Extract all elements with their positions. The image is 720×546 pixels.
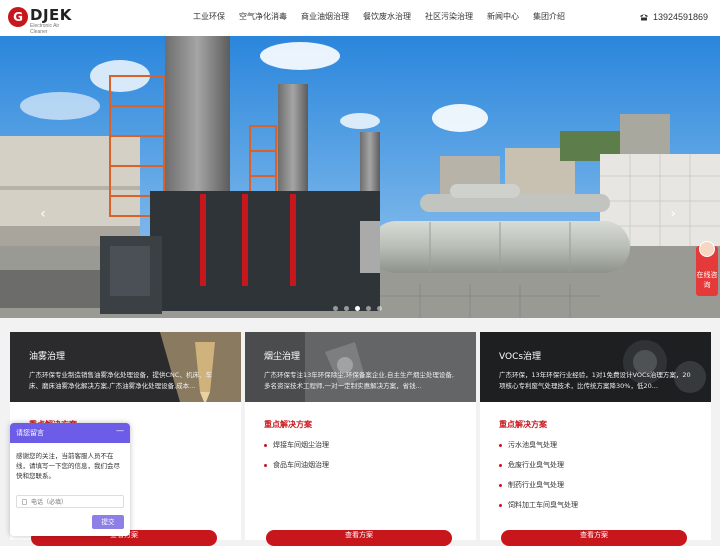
view-solution-button[interactable]: 查看方案 — [501, 530, 687, 546]
bullet-icon — [499, 484, 502, 487]
nav-item-industrial[interactable]: 工业环保 — [186, 0, 232, 36]
card-description: 广杰环保专业制造销售油雾净化处理设备，提供CNC、机床、车床、磨床油雾净化解决方… — [29, 371, 212, 390]
banner-dot[interactable] — [333, 306, 338, 311]
card-title: 油雾治理 — [29, 352, 66, 362]
nav-item-wastewater[interactable]: 餐饮废水治理 — [356, 0, 418, 36]
solution-card-dust: 烟尘治理 广杰环保专注13年环保除尘,环保备案企业,自主生产烟尘处理设备,多名资… — [245, 332, 476, 546]
nav-item-community[interactable]: 社区污染治理 — [418, 0, 480, 36]
view-solution-button[interactable]: 查看方案 — [266, 530, 452, 546]
site-header: G DJEK Electronic Air Cleaner 工业环保 空气净化消… — [0, 0, 720, 36]
banner-dot[interactable] — [366, 306, 371, 311]
solution-item[interactable]: 危废行业臭气处理 — [499, 459, 578, 479]
solution-item-label: 污水池臭气处理 — [508, 441, 557, 449]
bullet-icon — [264, 444, 267, 447]
nav-item-news[interactable]: 新闻中心 — [480, 0, 526, 36]
card-title: 烟尘治理 — [264, 352, 301, 362]
banner-prev-arrow[interactable]: ‹ — [36, 204, 50, 224]
banner-dot-active[interactable] — [355, 306, 360, 311]
banner-next-arrow[interactable]: › — [666, 204, 680, 224]
bullet-icon — [499, 504, 502, 507]
banner-pagination — [330, 306, 385, 311]
logo-text: DJEK — [30, 6, 72, 24]
main-nav: 工业环保 空气净化消毒 商业油烟治理 餐饮废水治理 社区污染治理 新闻中心 集团… — [186, 0, 572, 36]
logo-tagline: Electronic Air Cleaner — [30, 23, 60, 35]
bullet-icon — [264, 464, 267, 467]
card-title: VOCs治理 — [499, 352, 542, 362]
consultant-avatar — [699, 241, 715, 257]
logo-mark: G — [8, 7, 28, 27]
phone-field[interactable] — [31, 497, 121, 507]
phone-icon — [639, 14, 648, 21]
solution-item-label: 饲料加工车间臭气处理 — [508, 501, 578, 509]
leave-message-popup: 请您留言 — 感谢您的关注，当前客服人员不在线，请填写一下您的信息，我们会尽快和… — [10, 423, 130, 536]
phone-number: 13924591869 — [652, 12, 708, 22]
card-description: 广杰环保专注13年环保除尘,环保备案企业,自主生产烟尘处理设备,多名资深技术工程… — [264, 371, 454, 390]
chat-message: 感谢您的关注，当前客服人员不在线，请填写一下您的信息，我们会尽快和您联系。 — [16, 452, 120, 480]
phone-field-icon — [22, 499, 27, 505]
card-description: 广杰环保，13年环保行业经验，1对1免费设计VOCs治理方案，20项核心专利废气… — [499, 371, 691, 390]
solution-list: 焊接车间烟尘治理 食品车间油烟治理 — [264, 439, 329, 479]
bullet-icon — [499, 464, 502, 467]
minimize-icon[interactable]: — — [116, 426, 124, 435]
banner-image — [0, 36, 720, 318]
solution-item[interactable]: 污水池臭气处理 — [499, 439, 578, 459]
online-consult-label: 在线咨询 — [696, 271, 718, 289]
hero-banner[interactable]: ‹ › — [0, 36, 720, 318]
brand-logo[interactable]: G DJEK Electronic Air Cleaner — [8, 6, 78, 35]
submit-button[interactable]: 提交 — [92, 515, 124, 529]
solution-list: 污水池臭气处理 危废行业臭气处理 制药行业臭气处理 饲料加工车间臭气处理 — [499, 439, 578, 519]
solution-item[interactable]: 食品车间油烟治理 — [264, 459, 329, 479]
phone-contact[interactable]: 13924591869 — [639, 12, 708, 22]
banner-dot[interactable] — [377, 306, 382, 311]
online-consult-tab[interactable]: 在线咨询 — [696, 241, 718, 296]
phone-field-wrapper — [16, 495, 124, 508]
solution-item[interactable]: 饲料加工车间臭气处理 — [499, 499, 578, 519]
solution-item-label: 食品车间油烟治理 — [273, 461, 329, 469]
solution-item[interactable]: 制药行业臭气处理 — [499, 479, 578, 499]
chat-title: 请您留言 — [16, 429, 44, 437]
solution-item-label: 危废行业臭气处理 — [508, 461, 564, 469]
nav-item-air-purification[interactable]: 空气净化消毒 — [232, 0, 294, 36]
banner-dot[interactable] — [344, 306, 349, 311]
solution-item-label: 焊接车间烟尘治理 — [273, 441, 329, 449]
chat-header: 请您留言 — — [10, 423, 130, 443]
solution-item-label: 制药行业臭气处理 — [508, 481, 564, 489]
card-subtitle: 重点解决方案 — [499, 420, 547, 429]
solution-item[interactable]: 焊接车间烟尘治理 — [264, 439, 329, 459]
nav-item-commercial-fume[interactable]: 商业油烟治理 — [294, 0, 356, 36]
card-subtitle: 重点解决方案 — [264, 420, 312, 429]
solution-card-vocs: VOCs治理 广杰环保，13年环保行业经验，1对1免费设计VOCs治理方案，20… — [480, 332, 711, 546]
nav-item-about[interactable]: 集团介绍 — [526, 0, 572, 36]
bullet-icon — [499, 444, 502, 447]
